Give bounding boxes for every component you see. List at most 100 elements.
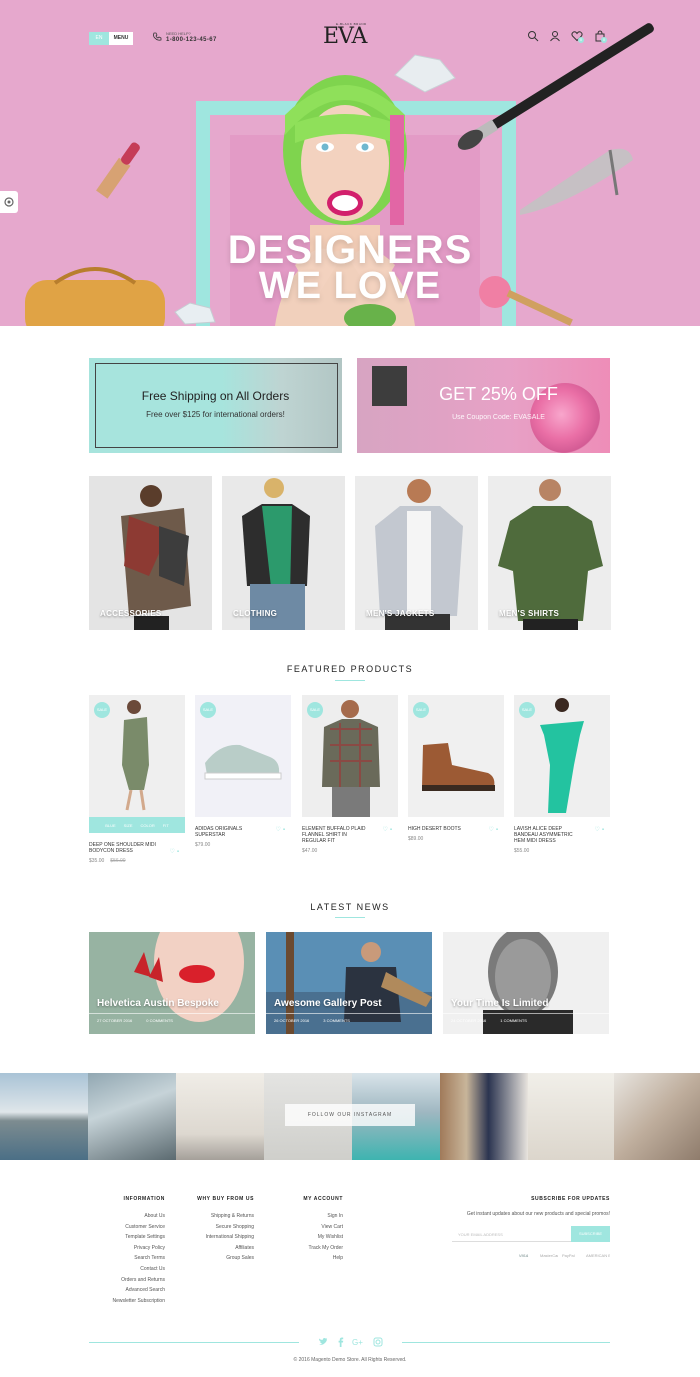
category-mens-jackets-image <box>355 476 478 630</box>
settings-tab[interactable] <box>0 191 18 213</box>
footer-link[interactable]: Help <box>300 1253 343 1264</box>
footer-link[interactable]: Group Sales <box>190 1253 254 1264</box>
news-title[interactable]: Awesome Gallery Post <box>274 998 382 1009</box>
category-mens-shirts[interactable]: MEN'S SHIRTS <box>488 476 611 630</box>
svg-text:G+: G+ <box>352 1338 363 1347</box>
subscribe-button[interactable]: SUBSCRIBE <box>571 1226 610 1242</box>
facebook-icon[interactable] <box>336 1337 346 1347</box>
discount-banner[interactable]: GET 25% OFF Use Coupon Code: EVASALE <box>357 358 610 453</box>
size-option[interactable]: SIZE <box>124 823 133 828</box>
news-title[interactable]: Helvetica Austin Bespoke <box>97 998 219 1009</box>
footer-link[interactable]: Affiliates <box>190 1243 254 1254</box>
free-shipping-banner[interactable]: Free Shipping on All Orders Free over $1… <box>89 358 342 453</box>
email-field[interactable]: YOUR EMAIL ADDRESS <box>452 1227 572 1242</box>
product-name[interactable]: ELEMENT BUFFALO PLAID FLANNEL SHIRT IN R… <box>302 826 372 844</box>
size-option[interactable]: FIT <box>163 823 169 828</box>
size-option[interactable]: COLOR <box>141 823 155 828</box>
instagram-photo[interactable] <box>88 1073 176 1160</box>
footer-my-account: MY ACCOUNT Sign In View Cart My Wishlist… <box>300 1196 343 1264</box>
shipping-subtitle: Free over $125 for international orders! <box>146 410 285 419</box>
footer-link[interactable]: Sign In <box>300 1211 343 1222</box>
product-name[interactable]: ADIDAS ORIGINALS SUPERSTAR <box>195 826 265 838</box>
menu-button[interactable]: MENU <box>109 32 133 45</box>
site-logo[interactable]: EVA <box>323 24 367 49</box>
footer-link[interactable]: My Wishlist <box>300 1232 343 1243</box>
gear-icon <box>4 197 14 207</box>
footer-link[interactable]: Shipping & Returns <box>190 1211 254 1222</box>
footer-link[interactable]: Template Settings <box>100 1232 165 1243</box>
product-old-price: $56.00 <box>110 858 126 864</box>
news-card[interactable]: Your Time Is Limited 24 OCTOBER 2016 1 CO… <box>443 932 609 1034</box>
follow-instagram-button[interactable]: FOLLOW OUR INSTAGRAM <box>285 1104 415 1126</box>
compare-icon[interactable]: ▪ <box>602 827 606 833</box>
instagram-icon[interactable] <box>373 1337 383 1347</box>
footer-link[interactable]: Customer Service <box>100 1222 165 1233</box>
hero-banner[interactable]: DESIGNERS WE LOVE EN MENU NEED HELP? 1-8… <box>0 0 700 326</box>
search-icon[interactable] <box>527 30 539 42</box>
compare-icon[interactable]: ▪ <box>390 827 394 833</box>
size-options-bar[interactable]: BLUE SIZE COLOR FIT <box>89 817 185 833</box>
wishlist-heart-icon[interactable]: ♡ <box>594 827 601 833</box>
news-card[interactable]: Helvetica Austin Bespoke 27 OCTOBER 2016… <box>89 932 255 1034</box>
instagram-photo[interactable] <box>176 1073 264 1160</box>
product-name[interactable]: HIGH DESERT BOOTS <box>408 826 478 832</box>
phone-number[interactable]: 1-800-123-45-67 <box>166 37 217 43</box>
news-date: 27 OCTOBER 2016 <box>97 1018 133 1023</box>
footer-link[interactable]: Contact Us <box>100 1264 165 1275</box>
footer-link[interactable]: Orders and Returns <box>100 1275 165 1286</box>
instagram-photo[interactable] <box>614 1073 700 1160</box>
category-accessories[interactable]: ACCESSORIES <box>89 476 212 630</box>
product-card[interactable]: SALE ELEMENT BUFFALO PLAID FLANNEL SHIRT… <box>302 695 398 854</box>
product-card[interactable]: SALE ADIDAS ORIGINALS SUPERSTAR $79.00 ♡… <box>195 695 291 848</box>
wishlist-heart-icon[interactable]: ♡ <box>382 827 389 833</box>
footer-link[interactable]: Newsletter Subscription <box>100 1296 165 1307</box>
footer-link[interactable]: International Shipping <box>190 1232 254 1243</box>
product-card[interactable]: SALE LAVISH ALICE DEEP BANDEAU ASYMMETRI… <box>514 695 610 854</box>
product-image[interactable]: SALE <box>408 695 504 817</box>
product-name[interactable]: LAVISH ALICE DEEP BANDEAU ASYMMETRIC HEM… <box>514 826 584 844</box>
compare-icon[interactable]: ▪ <box>496 827 500 833</box>
product-card[interactable]: SALE HIGH DESERT BOOTS $89.00 ♡▪ <box>408 695 504 842</box>
product-image[interactable]: SALE <box>302 695 398 817</box>
category-clothing[interactable]: CLOTHING <box>222 476 345 630</box>
wishlist-heart-icon[interactable]: ♡ <box>169 849 176 855</box>
product-price-row: $47.00 <box>302 848 398 854</box>
footer-link[interactable]: Privacy Policy <box>100 1243 165 1254</box>
footer-link[interactable]: About Us <box>100 1211 165 1222</box>
size-option[interactable]: BLUE <box>105 823 115 828</box>
wishlist-heart-icon[interactable]: ♡ <box>488 827 495 833</box>
news-comments[interactable]: 1 COMMENTS <box>500 1018 527 1023</box>
news-title[interactable]: Your Time Is Limited <box>451 998 548 1009</box>
account-icon[interactable] <box>549 30 561 42</box>
language-button[interactable]: EN <box>89 32 109 45</box>
compare-icon[interactable]: ▪ <box>283 827 287 833</box>
product-image[interactable]: SALE <box>514 695 610 817</box>
footer-link[interactable]: View Cart <box>300 1222 343 1233</box>
product-image[interactable]: SALE <box>89 695 185 817</box>
footer-link[interactable]: Advanced Search <box>100 1285 165 1296</box>
instagram-photo[interactable] <box>0 1073 88 1160</box>
google-plus-icon[interactable]: G+ <box>352 1337 366 1347</box>
footer-link[interactable]: Secure Shopping <box>190 1222 254 1233</box>
footer-link[interactable]: Search Terms <box>100 1253 165 1264</box>
product-name[interactable]: DEEP ONE SHOULDER MIDI BODYCON DRESS <box>89 842 159 854</box>
product-image[interactable]: SALE <box>195 695 291 817</box>
subscribe-section: SUBSCRIBE FOR UPDATES Get instant update… <box>452 1196 610 1217</box>
instagram-photo[interactable] <box>528 1073 614 1160</box>
news-comments[interactable]: 0 COMMENTS <box>146 1018 173 1023</box>
compare-icon[interactable]: ▪ <box>177 849 181 855</box>
footer-link[interactable]: Track My Order <box>300 1243 343 1254</box>
news-meta: 26 OCTOBER 2016 3 COMMENTS <box>274 1018 364 1023</box>
news-card[interactable]: Awesome Gallery Post 26 OCTOBER 2016 3 CO… <box>266 932 432 1034</box>
discount-title: GET 25% OFF <box>439 384 558 404</box>
discount-subtitle: Use Coupon Code: EVASALE <box>452 414 545 421</box>
subscribe-text: Get instant updates about our new produc… <box>466 1211 610 1217</box>
news-comments[interactable]: 3 COMMENTS <box>323 1018 350 1023</box>
promo-frame <box>95 363 338 448</box>
news-divider <box>443 1013 609 1014</box>
wishlist-heart-icon[interactable]: ♡ <box>275 827 282 833</box>
twitter-icon[interactable] <box>318 1337 328 1347</box>
instagram-photo[interactable] <box>440 1073 528 1160</box>
category-mens-jackets[interactable]: MEN'S JACKETS <box>355 476 478 630</box>
product-card[interactable]: SALE BLUE SIZE COLOR FIT DEEP ONE SHOULD… <box>89 695 185 864</box>
